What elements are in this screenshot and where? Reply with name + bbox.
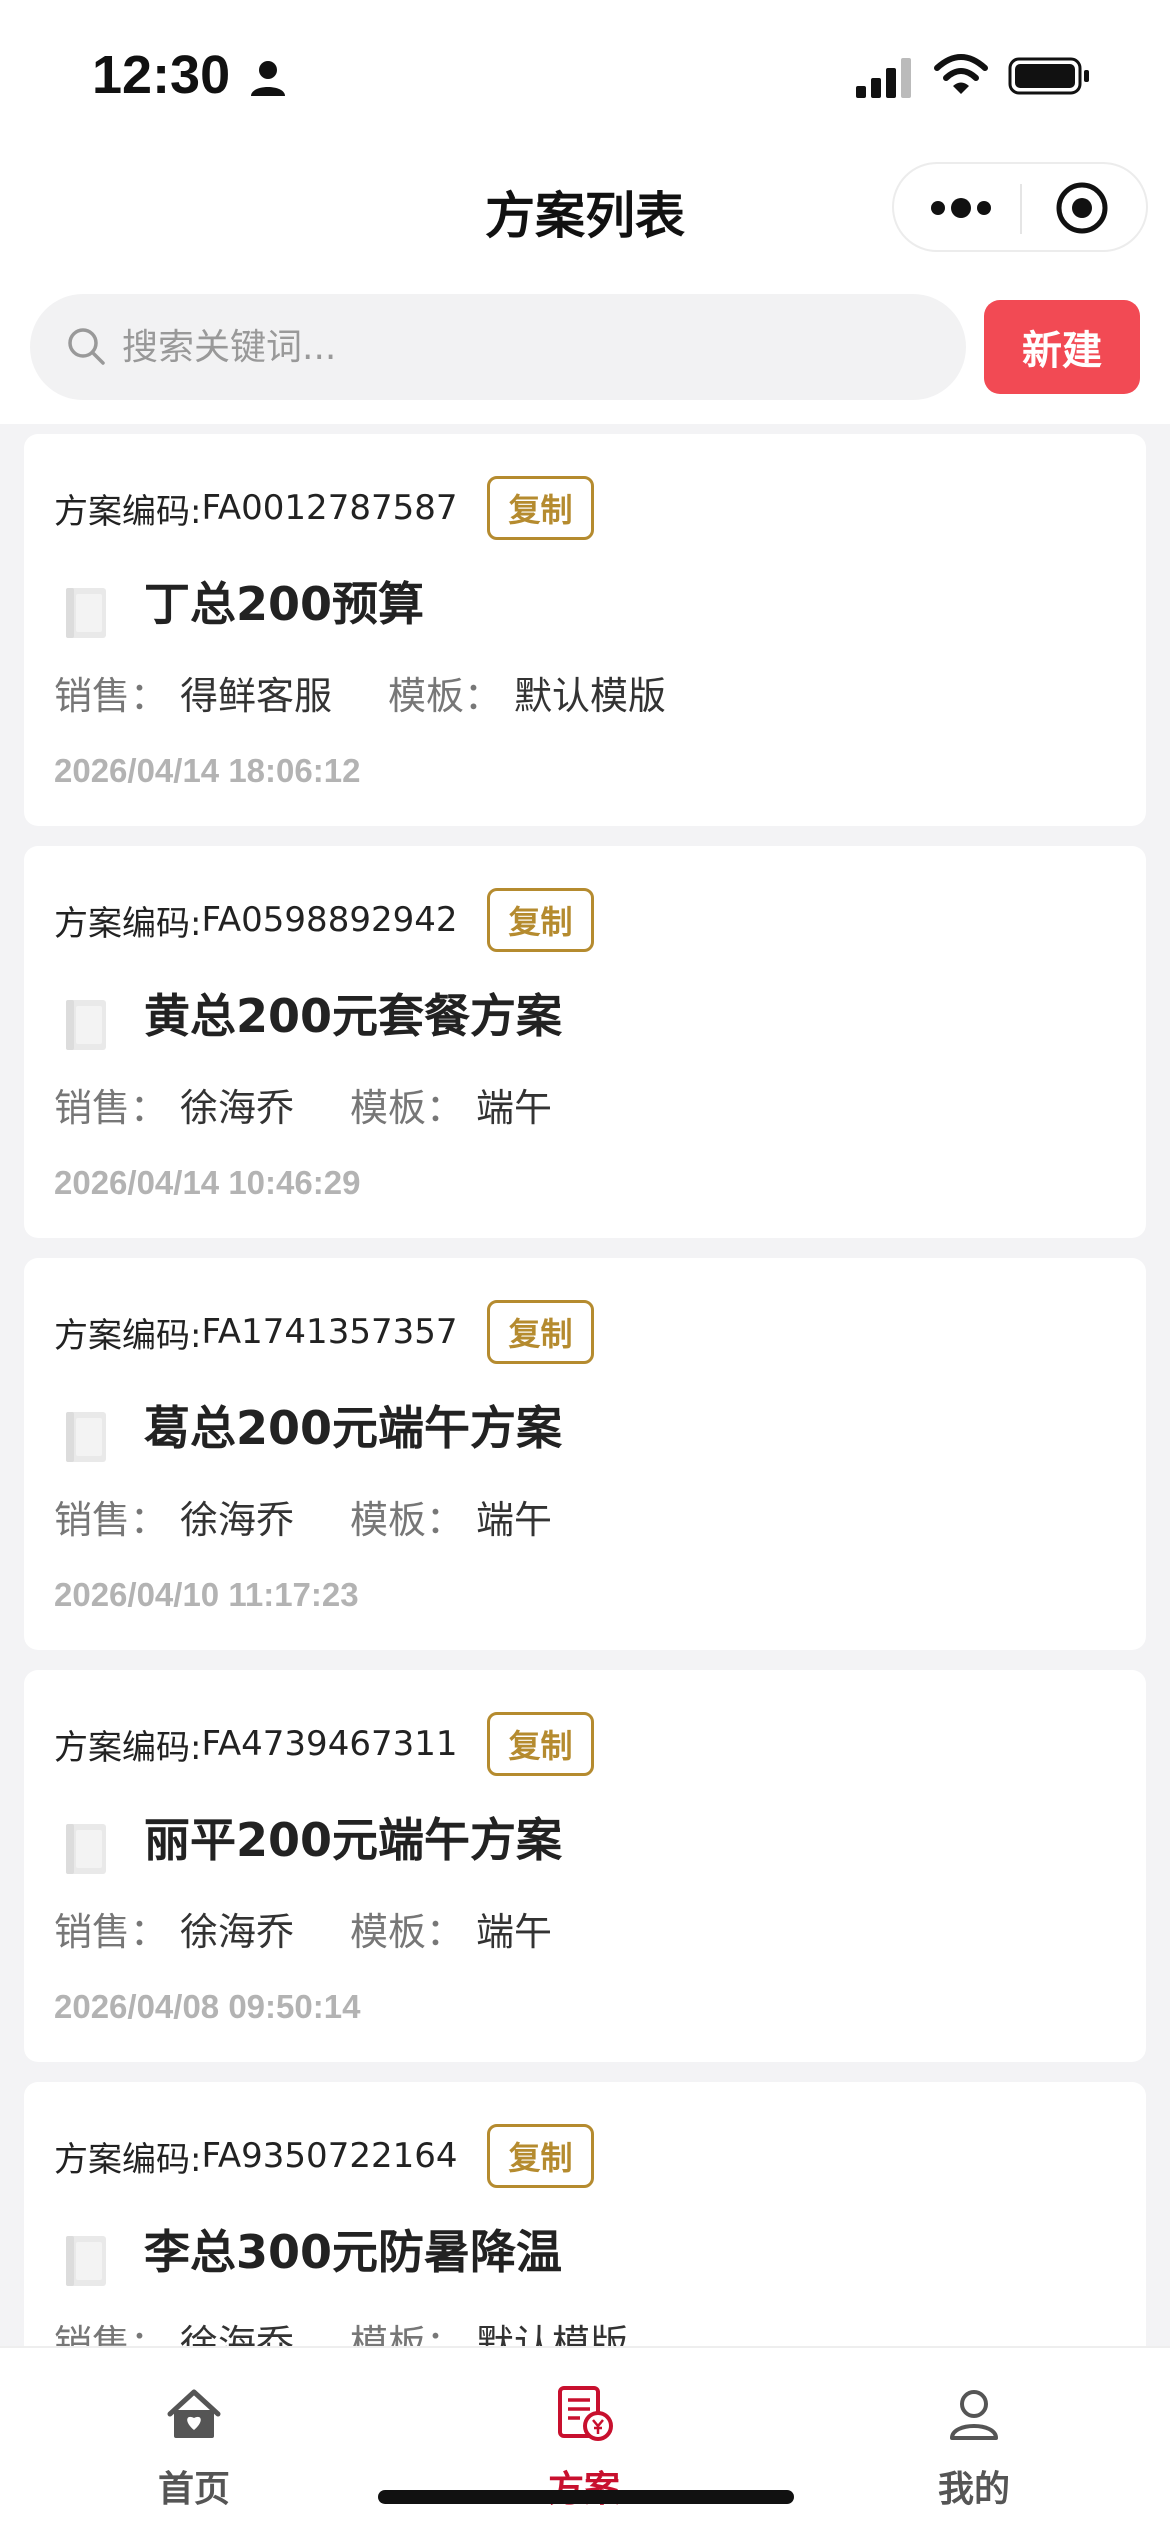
plan-code-label: 方案编码: (54, 491, 202, 532)
template-label: 模板： (350, 1085, 465, 1130)
wifi-icon (934, 54, 988, 94)
document-icon (66, 588, 106, 638)
signal-icon (856, 58, 911, 98)
template-value: 端午 (476, 1497, 553, 1542)
plan-code-row: 方案编码: FA0012787587 复制 (54, 476, 594, 540)
plan-card[interactable]: 方案编码: FA0598892942 复制 黄总200元套餐方案 销售： 徐海乔… (24, 846, 1146, 1238)
template-label: 模板： (350, 1497, 465, 1542)
plan-meta-row: 销售： 徐海乔 模板： 端午 (54, 1486, 552, 1546)
tab-label-home: 首页 (157, 2469, 230, 2510)
plan-code-row: 方案编码: FA4739467311 复制 (54, 1712, 594, 1776)
nav-bar: 方案列表 (0, 150, 1170, 270)
plan-code-label: 方案编码: (54, 1727, 202, 1768)
sales-label: 销售： (54, 1497, 169, 1542)
battery-icon (1008, 57, 1089, 95)
template-label: 模板： (350, 1909, 465, 1954)
tab-bar: 首页 方案 我的 (0, 2346, 1170, 2532)
plan-meta-row: 销售： 徐海乔 模板： 端午 (54, 1074, 552, 1134)
tab-mine[interactable]: 我的 (844, 2348, 1104, 2532)
plan-code-label: 方案编码: (54, 903, 202, 944)
sales-value: 徐海乔 (180, 1909, 295, 1954)
plan-title: 葛总200元端午方案 (144, 1401, 563, 1455)
plan-timestamp: 2026/04/14 18:06:12 (54, 752, 361, 789)
template-value: 默认模版 (514, 673, 667, 718)
user-icon (950, 2390, 998, 2440)
home-icon (167, 2389, 221, 2438)
plan-title: 黄总200元套餐方案 (144, 989, 563, 1043)
sales-value: 得鲜客服 (180, 673, 333, 718)
status-time: 12:30 (92, 45, 231, 105)
close-target-icon[interactable] (1054, 180, 1110, 236)
sales-value: 徐海乔 (180, 1085, 295, 1130)
search-row: 新建 (0, 270, 1170, 424)
template-label: 模板： (350, 2321, 465, 2347)
capsule-divider (1020, 184, 1022, 234)
plan-code-label: 方案编码: (54, 1315, 202, 1356)
more-icon[interactable] (926, 186, 996, 230)
status-bar: 12:30 (0, 0, 1170, 150)
sales-value: 徐海乔 (180, 1497, 295, 1542)
plan-meta-row: 销售： 徐海乔 模板： 端午 (54, 1898, 552, 1958)
document-icon (66, 1824, 106, 1874)
plan-timestamp: 2026/04/08 09:50:14 (54, 1988, 361, 2025)
plan-code-label: 方案编码: (54, 2139, 202, 2180)
new-plan-button[interactable]: 新建 (984, 300, 1140, 394)
plan-code: FA0598892942 (201, 900, 458, 940)
tab-label-plan: 方案 (454, 2460, 714, 2512)
plan-code: FA4739467311 (201, 1724, 458, 1764)
person-icon (251, 61, 285, 96)
mini-program-capsule (892, 162, 1148, 252)
plan-meta-row: 销售： 得鲜客服 模板： 默认模版 (54, 662, 666, 722)
sales-label: 销售： (54, 673, 169, 718)
copy-button[interactable]: 复制 (487, 1300, 594, 1364)
search-box[interactable] (30, 294, 966, 400)
plan-card[interactable]: 方案编码: FA0012787587 复制 丁总200预算 销售： 得鲜客服 模… (24, 434, 1146, 826)
plan-code-row: 方案编码: FA9350722164 复制 (54, 2124, 594, 2188)
plan-list: 方案编码: FA0012787587 复制 丁总200预算 销售： 得鲜客服 模… (0, 424, 1170, 2346)
template-value: 默认模版 (476, 2321, 629, 2347)
sales-value: 徐海乔 (180, 2321, 295, 2347)
search-icon (68, 328, 105, 365)
plan-code: FA1741357357 (201, 1312, 458, 1352)
plan-timestamp: 2026/04/14 10:46:29 (54, 1164, 361, 1201)
document-icon (66, 2236, 106, 2286)
tab-plan[interactable]: 方案 (454, 2348, 714, 2532)
copy-button[interactable]: 复制 (487, 888, 594, 952)
plan-code: FA9350722164 (201, 2136, 458, 2176)
plan-timestamp: 2026/04/10 11:17:23 (54, 1576, 359, 1613)
tab-home[interactable]: 首页 (64, 2348, 324, 2532)
copy-button[interactable]: 复制 (487, 2124, 594, 2188)
sales-label: 销售： (54, 1085, 169, 1130)
document-icon (66, 1000, 106, 1050)
copy-button[interactable]: 复制 (487, 476, 594, 540)
plan-doc-icon (558, 2386, 613, 2441)
plan-card[interactable]: 方案编码: FA9350722164 复制 李总300元防暑降温 销售： 徐海乔… (24, 2082, 1146, 2346)
copy-button[interactable]: 复制 (487, 1712, 594, 1776)
sales-label: 销售： (54, 1909, 169, 1954)
plan-code: FA0012787587 (201, 488, 458, 528)
document-icon (66, 1412, 106, 1462)
plan-meta-row: 销售： 徐海乔 模板： 默认模版 (54, 2310, 629, 2347)
template-value: 端午 (476, 1909, 553, 1954)
plan-title: 丽平200元端午方案 (144, 1813, 563, 1867)
plan-card[interactable]: 方案编码: FA4739467311 复制 丽平200元端午方案 销售： 徐海乔… (24, 1670, 1146, 2062)
plan-card[interactable]: 方案编码: FA1741357357 复制 葛总200元端午方案 销售： 徐海乔… (24, 1258, 1146, 1650)
template-label: 模板： (388, 673, 503, 718)
template-value: 端午 (476, 1085, 553, 1130)
plan-code-row: 方案编码: FA0598892942 复制 (54, 888, 594, 952)
home-indicator (378, 2490, 794, 2504)
plan-title: 丁总200预算 (144, 577, 425, 631)
search-input[interactable] (122, 294, 942, 400)
tab-label-mine: 我的 (937, 2469, 1010, 2510)
plan-code-row: 方案编码: FA1741357357 复制 (54, 1300, 594, 1364)
sales-label: 销售： (54, 2321, 169, 2347)
plan-title: 李总300元防暑降温 (144, 2225, 563, 2279)
